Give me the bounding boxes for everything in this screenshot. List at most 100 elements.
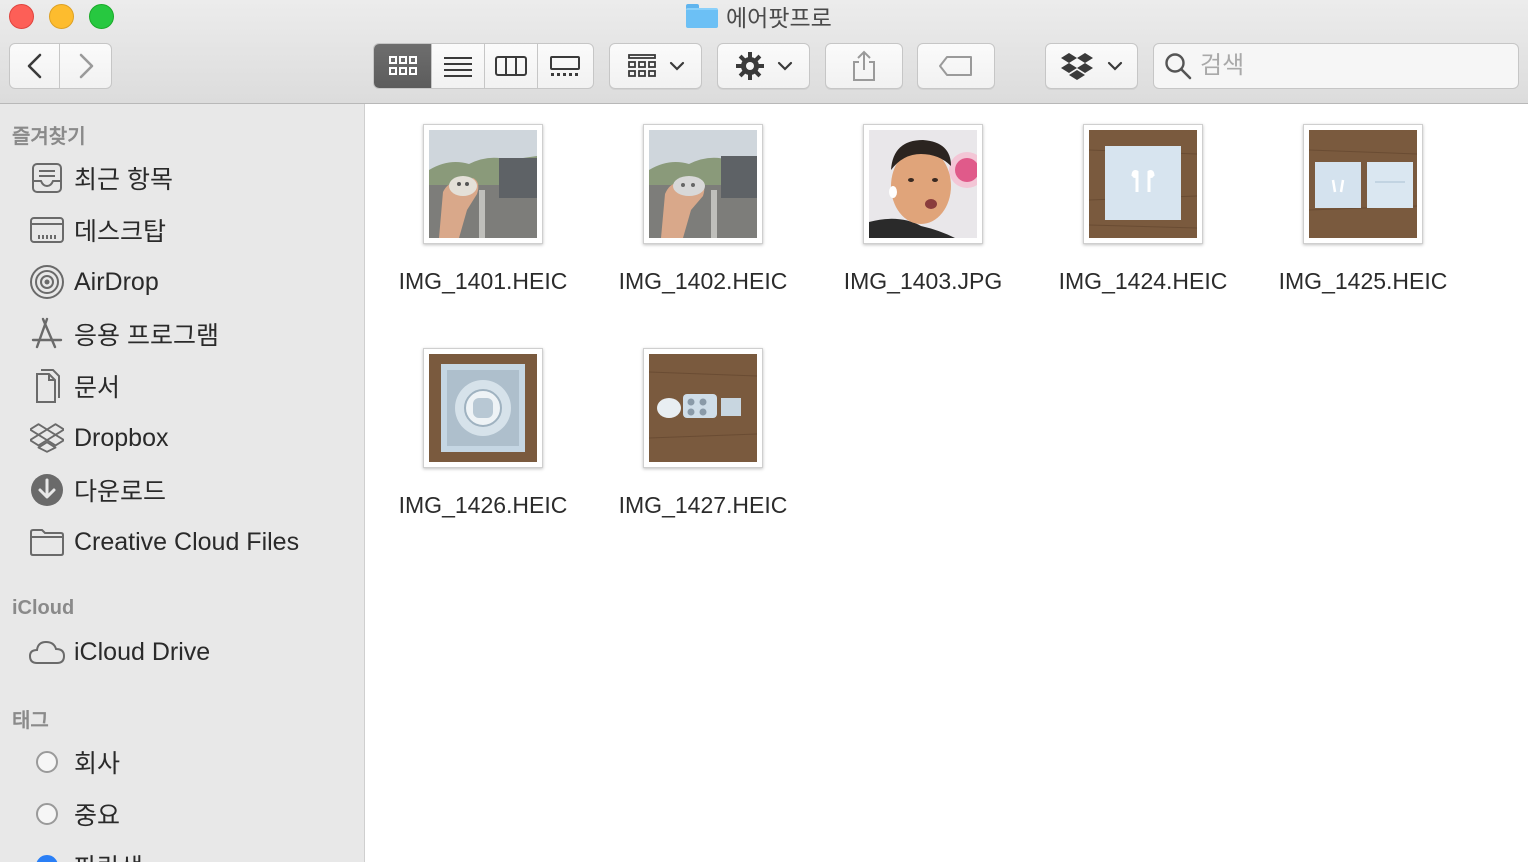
close-window-button[interactable] [9, 4, 34, 29]
photo-thumbnail-airpods-boxes [1308, 130, 1418, 238]
photo-thumbnail-ear-tips [648, 354, 758, 462]
sidebar-item-label: 응용 프로그램 [74, 322, 219, 350]
file-thumbnail [423, 348, 543, 468]
folder-icon [686, 4, 718, 28]
file-thumbnail [1303, 124, 1423, 244]
file-item[interactable]: IMG_1424.HEIC [1038, 104, 1248, 304]
gallery-view-icon [550, 56, 581, 76]
list-view-icon [444, 57, 473, 77]
photo-thumbnail-open-box [429, 354, 537, 462]
cloud-icon [28, 633, 66, 671]
sidebar-item-creative-cloud-files[interactable]: Creative Cloud Files [28, 522, 299, 562]
view-mode-segmented-control [373, 43, 594, 89]
documents-icon [28, 367, 66, 405]
file-item[interactable]: IMG_1402.HEIC [598, 104, 808, 304]
file-thumbnail [643, 124, 763, 244]
photo-thumbnail-selfie [869, 130, 985, 238]
file-item[interactable]: IMG_1401.HEIC [378, 104, 588, 304]
desktop-icon [28, 211, 66, 249]
sidebar-item-airdrop[interactable]: AirDrop [28, 262, 159, 302]
file-item[interactable]: IMG_1427.HEIC [598, 328, 808, 528]
file-item[interactable]: IMG_1426.HEIC [378, 328, 588, 528]
chevron-left-icon [27, 53, 41, 79]
sidebar-item-label: 중요 [74, 802, 121, 830]
search-input[interactable] [1200, 52, 1500, 80]
applications-icon [28, 315, 66, 353]
sidebar-tag-important[interactable]: 중요 [28, 794, 120, 834]
sidebar-tag-blue[interactable]: 파란색 [28, 846, 143, 862]
back-button[interactable] [10, 44, 61, 88]
minimize-window-button[interactable] [49, 4, 74, 29]
edit-tags-button[interactable] [917, 43, 995, 89]
tag-icon [939, 56, 972, 76]
tag-color-dot [36, 803, 58, 825]
window-toolbar: 에어팟프로 [0, 0, 1528, 104]
file-thumbnail [1083, 124, 1203, 244]
sidebar-item-label: iCloud Drive [74, 637, 211, 666]
photo-thumbnail-hand-case [649, 130, 757, 238]
sidebar-tag-company[interactable]: 회사 [28, 742, 120, 782]
file-browser-content: IMG_1401.HEIC IMG_1402.HEIC IMG_1403.JPG… [366, 104, 1528, 862]
downloads-icon [28, 471, 66, 509]
group-grid-icon [627, 54, 656, 77]
chevron-down-icon [1107, 61, 1122, 71]
file-item[interactable]: IMG_1425.HEIC [1258, 104, 1468, 304]
gallery-view-button[interactable] [538, 44, 593, 88]
dropbox-icon [28, 419, 66, 457]
sidebar-item-label: 문서 [74, 374, 121, 402]
sidebar-item-icloud-drive[interactable]: iCloud Drive [28, 632, 210, 672]
chevron-down-icon [777, 61, 792, 71]
photo-thumbnail-airpods-box [1088, 130, 1198, 238]
sidebar-item-label: 회사 [74, 750, 121, 778]
action-menu-button[interactable] [717, 43, 810, 89]
sidebar-item-recents[interactable]: 최근 항목 [28, 158, 173, 198]
dropbox-menu-button[interactable] [1045, 43, 1138, 89]
search-field[interactable] [1153, 43, 1519, 89]
file-name: IMG_1401.HEIC [398, 268, 568, 294]
sidebar-item-documents[interactable]: 문서 [28, 366, 120, 406]
airdrop-icon [28, 263, 66, 301]
icloud-section-title: iCloud [12, 597, 75, 619]
sidebar-item-label: AirDrop [74, 267, 159, 296]
navigation-buttons [9, 43, 112, 89]
icon-view-icon [388, 56, 417, 75]
column-view-icon [494, 56, 527, 76]
dropbox-icon [1060, 53, 1093, 80]
sidebar-item-label: 최근 항목 [74, 166, 173, 194]
share-icon [853, 50, 875, 81]
sidebar-item-applications[interactable]: 응용 프로그램 [28, 314, 219, 354]
recents-icon [28, 159, 66, 197]
list-view-button[interactable] [432, 44, 485, 88]
chevron-down-icon [669, 61, 684, 71]
tags-section-title: 태그 [12, 710, 49, 732]
chevron-right-icon [79, 53, 93, 79]
sidebar-item-label: Dropbox [74, 423, 169, 452]
column-view-button[interactable] [485, 44, 538, 88]
file-item[interactable]: IMG_1403.JPG [818, 104, 1028, 304]
share-button[interactable] [825, 43, 903, 89]
zoom-window-button[interactable] [89, 4, 114, 29]
sidebar-item-desktop[interactable]: 데스크탑 [28, 210, 166, 250]
sidebar-item-label: 다운로드 [74, 478, 167, 506]
sidebar-item-label: 파란색 [74, 848, 143, 862]
sidebar: 즐겨찾기 최근 항목 데스크탑 AirDrop 응용 프로그램 문서 Dropb… [0, 104, 365, 862]
file-thumbnail [863, 124, 985, 244]
file-name: IMG_1403.JPG [843, 268, 1003, 294]
window-title: 에어팟프로 [686, 2, 832, 31]
sidebar-item-label: Creative Cloud Files [74, 527, 300, 556]
file-name: IMG_1427.HEIC [618, 492, 788, 518]
gear-icon [735, 52, 764, 80]
tag-color-dot [36, 855, 58, 862]
forward-button[interactable] [60, 44, 111, 88]
photo-thumbnail-hand-case [429, 130, 537, 238]
folder-icon [28, 523, 66, 561]
window-title-text: 에어팟프로 [726, 5, 832, 31]
sidebar-item-dropbox[interactable]: Dropbox [28, 418, 169, 458]
file-thumbnail [643, 348, 763, 468]
favorites-section-title: 즐겨찾기 [12, 126, 86, 148]
sidebar-item-downloads[interactable]: 다운로드 [28, 470, 166, 510]
file-thumbnail [423, 124, 543, 244]
file-name: IMG_1424.HEIC [1058, 268, 1228, 294]
group-by-button[interactable] [609, 43, 702, 89]
icon-view-button[interactable] [374, 44, 433, 88]
